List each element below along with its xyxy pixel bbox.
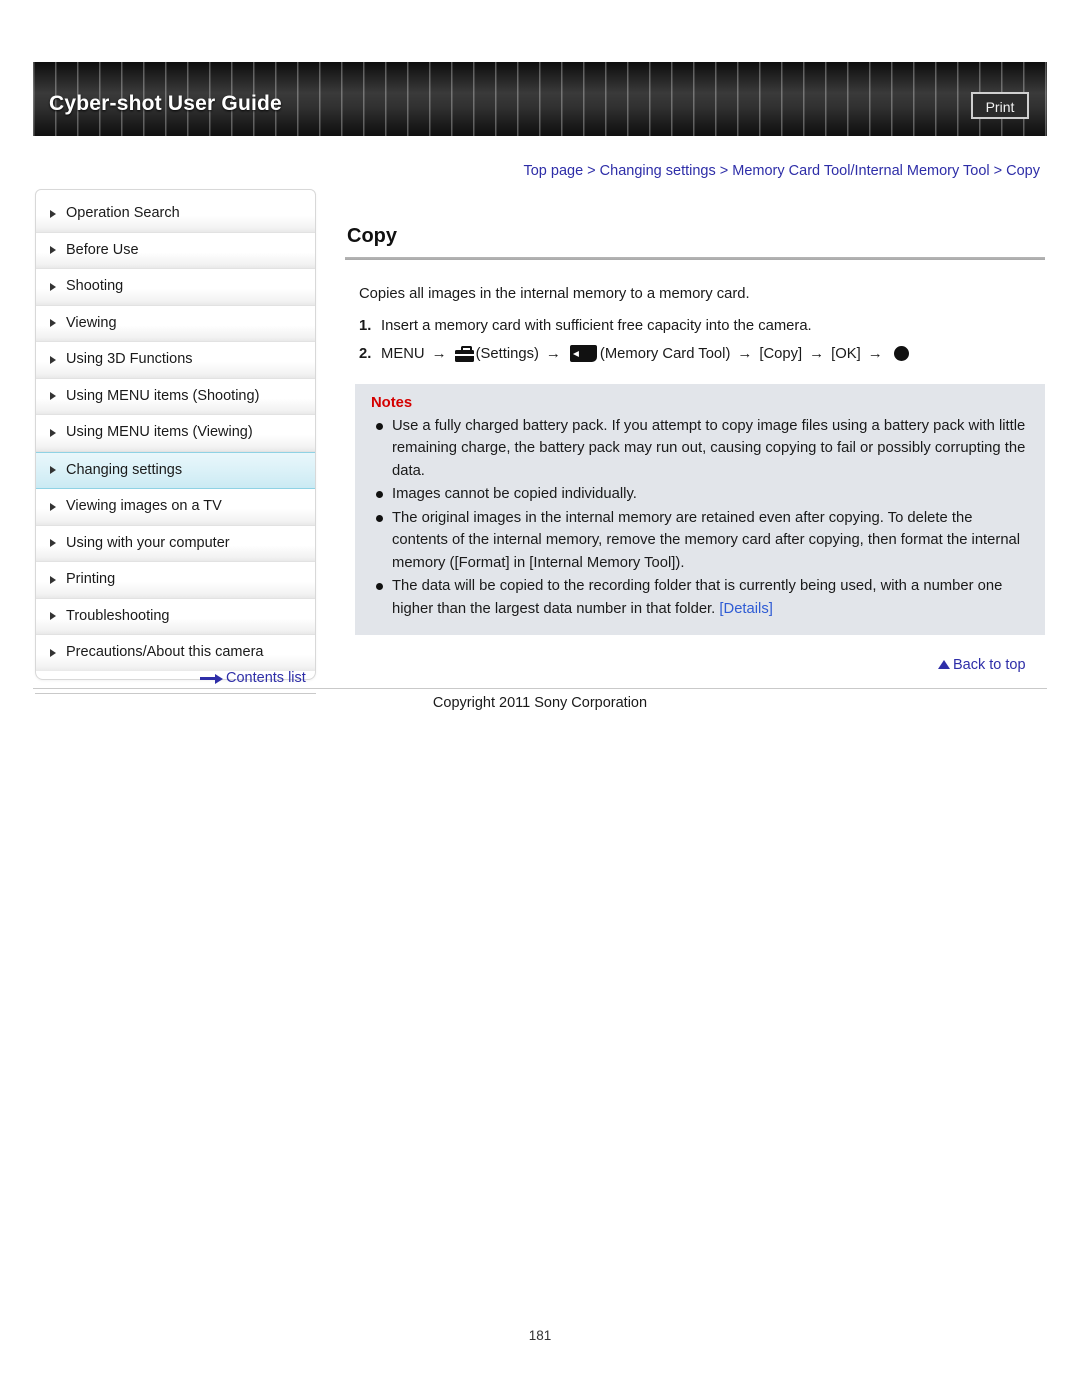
sidebar-item-viewing-images-on-a-tv[interactable]: Viewing images on a TV [36,489,315,526]
steps-list: 1. Insert a memory card with sufficient … [359,318,1045,362]
triangle-bullet-icon [50,466,56,475]
page-number: 181 [528,1328,552,1343]
sidebar-item-shooting[interactable]: Shooting [36,269,315,306]
sidebar-item-label: Operation Search [66,205,180,221]
back-to-top-link[interactable]: Back to top [938,657,1026,673]
back-to-top-label: Back to top [953,657,1026,673]
step-2-number: 2. [359,345,372,362]
sidebar-item-label: Before Use [66,241,139,258]
sidebar-item-label: Troubleshooting [66,607,170,624]
sidebar-item-label: Viewing [66,314,117,331]
note-text: Use a fully charged battery pack. If you… [392,418,1026,479]
shutter-button-icon [893,346,909,361]
triangle-bullet-icon [50,612,56,621]
triangle-bullet-icon [50,648,56,657]
sidebar-item-before-use[interactable]: Before Use [36,232,315,269]
breadcrumb[interactable]: Top page > Changing settings > Memory Ca… [523,163,1040,179]
settings-label: (Settings) [475,345,539,362]
step-1: 1. Insert a memory card with sufficient … [359,318,1045,334]
sidebar-item-label: Using MENU items (Shooting) [66,387,260,404]
sidebar-nav: Operation Search Before Use Shooting Viewin… [35,189,316,680]
sidebar-item-label: Shooting [66,278,124,294]
triangle-bullet-icon [50,209,56,218]
menu-label: MENU [381,345,425,362]
note-item: Images cannot be copied individually. [371,483,1029,505]
details-link[interactable]: [Details] [719,601,772,617]
note-item: The data will be copied to the recording… [371,575,1029,620]
sidebar-item-troubleshooting[interactable]: Troubleshooting [36,598,315,635]
notes-list: Use a fully charged battery pack. If you… [371,415,1029,620]
sidebar-item-using-menu-items-viewing[interactable]: Using MENU items (Viewing) [36,415,315,452]
arrow-icon-2: → [545,345,561,362]
triangle-bullet-icon [50,282,56,291]
sidebar-item-printing[interactable]: Printing [36,562,315,599]
note-text: Images cannot be copied individually. [392,486,637,503]
sidebar-item-using-with-your-computer[interactable]: Using with your computer [36,525,315,562]
contents-list-label: Contents list [226,670,306,686]
arrow-icon-5: → [867,345,883,362]
sidebar-item-using-menu-items-shooting[interactable]: Using MENU items (Shooting) [36,378,315,415]
ok-label: [OK] [831,345,861,362]
note-text: The original images in the internal memo… [392,509,1021,571]
copyright-text: Copyright 2011 Sony Corporation [432,695,648,711]
toolbox-settings-icon [454,345,474,362]
sidebar-item-operation-search[interactable]: Operation Search [36,196,315,233]
note-text: The data will be copied to the recording… [392,578,1003,617]
arrow-icon-1: → [431,345,447,362]
sidebar-item-label: Using 3D Functions [66,351,193,367]
sidebar-item-label: Using with your computer [66,534,230,551]
title-divider [345,257,1045,260]
print-button[interactable]: Print [971,92,1029,119]
sidebar-item-label: Precautions/About this camera [66,644,264,660]
sidebar-item-label: Using MENU items (Viewing) [66,424,253,440]
sidebar-item-label: Changing settings [66,461,183,478]
app-title: Cyber-shot User Guide [49,92,282,115]
right-arrow-icon [200,673,224,684]
sidebar-bottom-divider [35,693,316,694]
up-triangle-icon [938,660,950,669]
triangle-bullet-icon [50,355,56,364]
arrow-icon-4: → [809,345,825,362]
notes-title: Notes [371,395,413,411]
copy-label: [Copy] [759,345,803,362]
sidebar-item-label: Viewing images on a TV [66,498,222,514]
sidebar-item-using-3d-functions[interactable]: Using 3D Functions [36,342,315,379]
notes-box: Notes Use a fully charged battery pack. … [355,384,1045,636]
intro-text: Copies all images in the internal memory… [359,286,750,302]
triangle-bullet-icon [50,428,56,437]
step-2: 2. MENU → (Settings) → (Memory Card Tool… [359,345,1045,362]
footer-divider [33,688,1047,689]
memory-card-icon [569,345,597,362]
card-tool-label: (Memory Card Tool) [599,345,731,362]
sidebar-item-label: Printing [66,571,116,587]
triangle-bullet-icon [50,392,56,401]
arrow-icon-3: → [737,345,753,362]
triangle-bullet-icon [50,319,56,328]
sidebar-item-viewing[interactable]: Viewing [36,305,315,342]
step-1-text: Insert a memory card with sufficient fre… [381,318,812,334]
main-content: Copy Copies all images in the internal m… [345,225,1045,636]
step-1-number: 1. [359,318,372,334]
sidebar-item-changing-settings[interactable]: Changing settings [36,451,315,489]
triangle-bullet-icon [50,246,56,255]
triangle-bullet-icon [50,575,56,584]
triangle-bullet-icon [50,539,56,548]
contents-list-link[interactable]: Contents list [200,670,306,686]
page-title: Copy [347,225,397,247]
document-page: Cyber-shot User Guide Print Top page > C… [0,0,1080,1397]
sidebar-item-precautions-about-this-camera[interactable]: Precautions/About this camera [36,635,315,671]
triangle-bullet-icon [50,502,56,511]
note-item: Use a fully charged battery pack. If you… [371,415,1029,482]
note-item: The original images in the internal memo… [371,507,1029,574]
